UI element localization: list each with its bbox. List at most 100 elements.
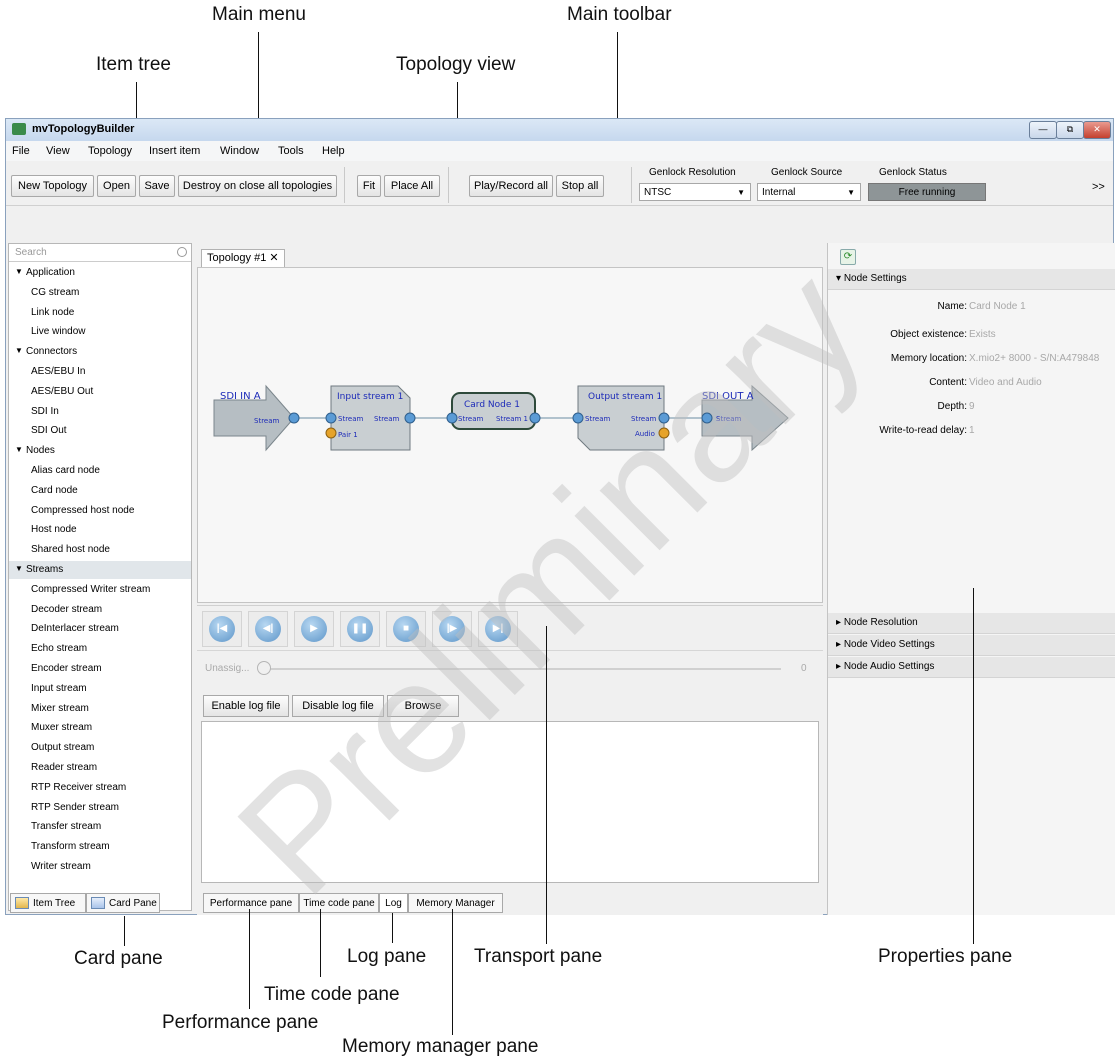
tree-group-nodes[interactable]: ▼ Nodes: [9, 442, 191, 460]
step-forward-button[interactable]: |▶: [432, 611, 472, 647]
topology-diagram: SDI IN A Stream Input stream 1 Stream St…: [213, 384, 789, 452]
topology-view[interactable]: SDI IN A Stream Input stream 1 Stream St…: [197, 267, 823, 603]
minimize-button[interactable]: —: [1029, 121, 1057, 139]
tree-item[interactable]: Transfer stream: [31, 821, 101, 832]
port-icon: [325, 412, 337, 424]
open-button[interactable]: Open: [97, 175, 136, 197]
sdi-out-node[interactable]: SDI OUT A Stream: [701, 384, 789, 452]
tree-group-application[interactable]: ▼ Application: [9, 264, 191, 282]
tree-item[interactable]: Compressed host node: [31, 505, 134, 516]
skip-start-button[interactable]: |◀: [202, 611, 242, 647]
pause-button[interactable]: ❚❚: [340, 611, 380, 647]
expand-arrow-icon[interactable]: ▼: [15, 564, 23, 573]
card-node[interactable]: Card Node 1 Stream Stream 1: [446, 392, 541, 430]
tab-card-pane[interactable]: Card Pane: [86, 893, 160, 913]
section-label: Node Audio Settings: [843, 661, 935, 672]
toolbar-overflow-button[interactable]: >>: [1092, 181, 1105, 193]
toolbar-separator: [344, 167, 345, 203]
section-node-resolution[interactable]: ▸ Node Resolution: [828, 613, 1115, 634]
skip-end-button[interactable]: ▶|: [478, 611, 518, 647]
tab-topology-1[interactable]: Topology #1 ✕: [201, 249, 285, 268]
tree-item[interactable]: DeInterlacer stream: [31, 623, 119, 634]
tree-item[interactable]: Reader stream: [31, 762, 97, 773]
genlock-source-select[interactable]: Internal ▼: [757, 183, 861, 201]
tree-item[interactable]: Muxer stream: [31, 722, 92, 733]
input-stream-node[interactable]: Input stream 1 Stream Stream Pair 1: [325, 385, 416, 451]
tree-item[interactable]: Output stream: [31, 742, 94, 753]
callout-line: [320, 909, 321, 977]
place-all-button[interactable]: Place All: [384, 175, 440, 197]
tab-performance-pane[interactable]: Performance pane: [203, 893, 299, 913]
genlock-resolution-label: Genlock Resolution: [649, 167, 736, 178]
tree-item[interactable]: AES/EBU In: [31, 366, 85, 377]
search-input[interactable]: Search: [9, 244, 191, 262]
menu-view[interactable]: View: [46, 145, 70, 157]
step-back-button[interactable]: ◀|: [248, 611, 288, 647]
tree-item[interactable]: Compressed Writer stream: [31, 584, 150, 595]
menu-tools[interactable]: Tools: [278, 145, 304, 157]
disable-log-file-button[interactable]: Disable log file: [292, 695, 384, 717]
tree-item[interactable]: Link node: [31, 307, 74, 318]
restore-button[interactable]: ⧉: [1056, 121, 1084, 139]
tree-item[interactable]: AES/EBU Out: [31, 386, 93, 397]
tree-item[interactable]: Echo stream: [31, 643, 87, 654]
section-node-video-settings[interactable]: ▸ Node Video Settings: [828, 635, 1115, 656]
tab-item-tree[interactable]: Item Tree: [10, 893, 86, 913]
refresh-icon[interactable]: ⟳: [840, 249, 856, 265]
tree-item[interactable]: Mixer stream: [31, 703, 89, 714]
output-stream-node[interactable]: Output stream 1 Stream Stream Audio: [572, 385, 670, 451]
close-button[interactable]: ✕: [1083, 121, 1111, 139]
tree-item[interactable]: SDI In: [31, 406, 59, 417]
tree-item[interactable]: SDI Out: [31, 425, 67, 436]
menu-file[interactable]: File: [12, 145, 30, 157]
play-record-all-button[interactable]: Play/Record all: [469, 175, 553, 197]
property-value: Card Node 1: [969, 301, 1026, 312]
section-node-audio-settings[interactable]: ▸ Node Audio Settings: [828, 657, 1115, 678]
tree-item[interactable]: Decoder stream: [31, 604, 102, 615]
tab-time-code-pane[interactable]: Time code pane: [299, 893, 379, 913]
close-icon[interactable]: ✕: [269, 252, 278, 264]
tree-item[interactable]: Input stream: [31, 683, 87, 694]
destroy-on-close-button[interactable]: Destroy on close all topologies: [178, 175, 337, 197]
expand-arrow-icon[interactable]: ▼: [15, 267, 23, 276]
save-button[interactable]: Save: [139, 175, 175, 197]
menu-help[interactable]: Help: [322, 145, 345, 157]
sdi-in-node[interactable]: SDI IN A Stream: [213, 384, 300, 452]
chevron-down-icon: ▼: [847, 188, 855, 197]
timeline-slider-handle[interactable]: [257, 661, 271, 675]
menu-window[interactable]: Window: [220, 145, 259, 157]
tree-item[interactable]: Card node: [31, 485, 78, 496]
browse-button[interactable]: Browse: [387, 695, 459, 717]
tree-item[interactable]: Alias card node: [31, 465, 100, 476]
expand-arrow-icon[interactable]: ▼: [15, 445, 23, 454]
new-topology-button[interactable]: New Topology: [11, 175, 94, 197]
tab-memory-manager[interactable]: Memory Manager: [408, 893, 503, 913]
section-node-settings[interactable]: ▾ Node Settings: [828, 269, 1115, 290]
tab-log[interactable]: Log: [379, 893, 408, 913]
tree-item[interactable]: Live window: [31, 326, 85, 337]
property-label: Write-to-read delay:: [879, 425, 967, 436]
log-output[interactable]: [201, 721, 819, 883]
tree-item[interactable]: CG stream: [31, 287, 79, 298]
collapsed-arrow-icon: ▸: [836, 639, 842, 650]
tree-item[interactable]: Host node: [31, 524, 77, 535]
tree-item[interactable]: RTP Sender stream: [31, 802, 119, 813]
tree-item[interactable]: Shared host node: [31, 544, 110, 555]
expand-arrow-icon[interactable]: ▼: [15, 346, 23, 355]
menu-topology[interactable]: Topology: [88, 145, 132, 157]
output-stream-out-label: Stream: [631, 415, 657, 423]
genlock-resolution-select[interactable]: NTSC ▼: [639, 183, 751, 201]
timeline-slider-track[interactable]: [261, 668, 781, 670]
fit-button[interactable]: Fit: [357, 175, 381, 197]
menu-insert-item[interactable]: Insert item: [149, 145, 200, 157]
play-button[interactable]: ▶: [294, 611, 334, 647]
tree-group-connectors[interactable]: ▼ Connectors: [9, 343, 191, 361]
tree-item[interactable]: Transform stream: [31, 841, 110, 852]
tree-item[interactable]: Writer stream: [31, 861, 91, 872]
tree-group-streams[interactable]: ▼ Streams: [9, 561, 191, 579]
tree-item[interactable]: Encoder stream: [31, 663, 102, 674]
tree-item[interactable]: RTP Receiver stream: [31, 782, 126, 793]
enable-log-file-button[interactable]: Enable log file: [203, 695, 289, 717]
stop-all-button[interactable]: Stop all: [556, 175, 604, 197]
stop-button[interactable]: ■: [386, 611, 426, 647]
